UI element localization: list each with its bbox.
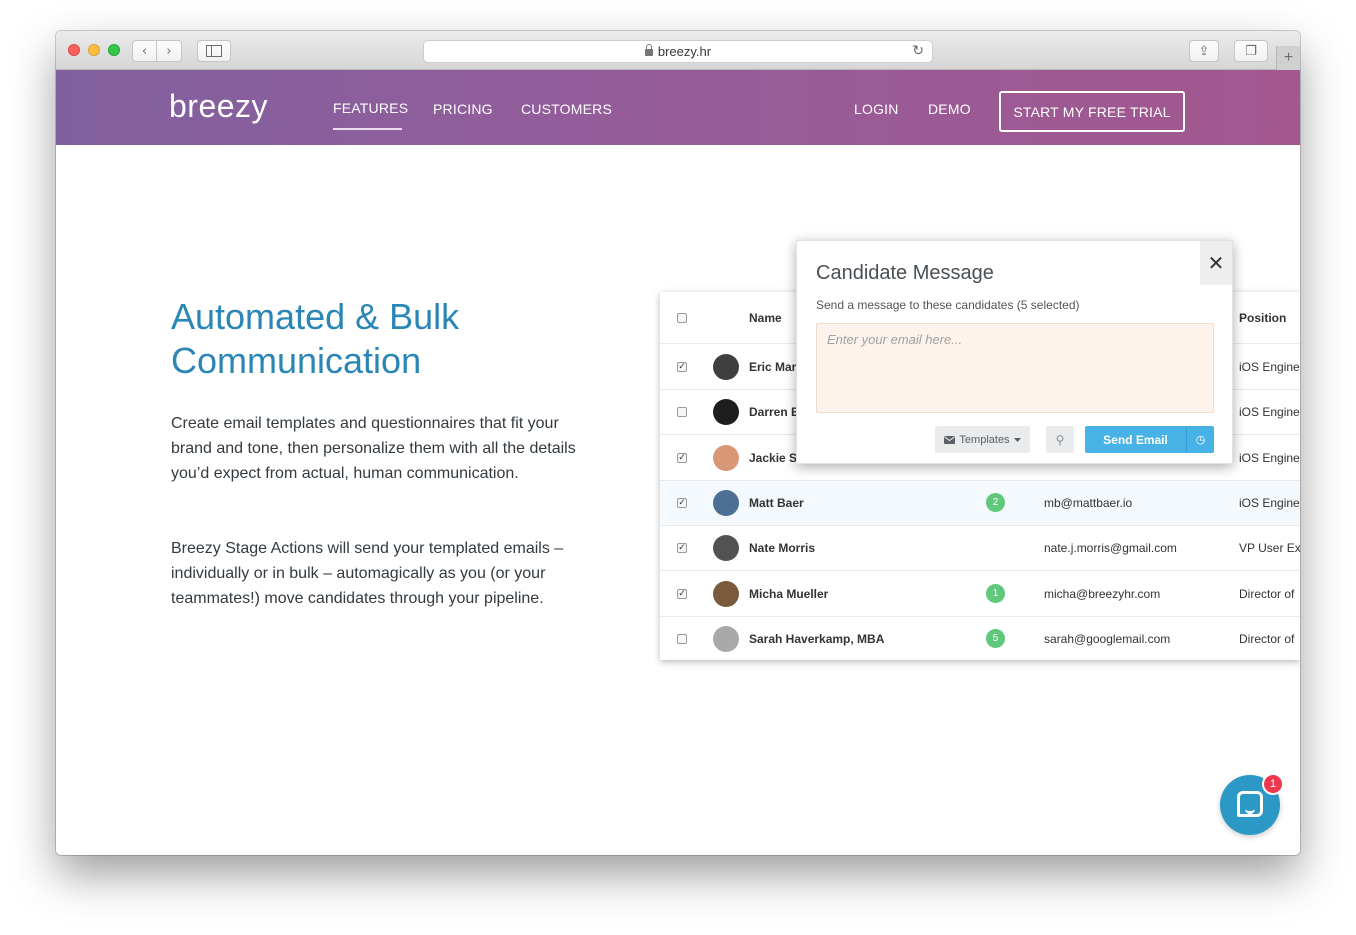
row-checkbox[interactable]: ✓ bbox=[677, 588, 687, 599]
templates-dropdown-button[interactable]: Templates bbox=[935, 426, 1030, 453]
position-column-header[interactable]: Position bbox=[1239, 311, 1286, 325]
site-navigation: breezy FEATURES PRICING CUSTOMERS LOGIN … bbox=[56, 70, 1300, 145]
row-checkbox[interactable] bbox=[677, 407, 687, 418]
candidate-name[interactable]: Nate Morris bbox=[749, 541, 815, 555]
candidate-email: nate.j.morris@gmail.com bbox=[1044, 541, 1177, 556]
description-paragraph-2: Breezy Stage Actions will send your temp… bbox=[171, 540, 564, 607]
avatar bbox=[713, 580, 739, 607]
new-tab-button[interactable]: + bbox=[1276, 46, 1300, 70]
chat-unread-badge: 1 bbox=[1262, 773, 1284, 795]
send-email-button[interactable]: Send Email bbox=[1085, 426, 1186, 453]
table-row[interactable]: Sarah Haverkamp, MBA 5 sarah@googlemail.co… bbox=[660, 616, 1300, 660]
attach-file-button[interactable]: ⚲ bbox=[1046, 426, 1074, 453]
nav-customers-link[interactable]: CUSTOMERS bbox=[521, 101, 612, 117]
lock-icon bbox=[644, 43, 653, 58]
breezy-logo[interactable]: breezy bbox=[169, 88, 268, 125]
share-icon: ⇪ bbox=[1198, 43, 1210, 59]
nav-demo-link[interactable]: DEMO bbox=[928, 101, 971, 117]
chat-launcher-button[interactable]: 1 bbox=[1220, 773, 1284, 835]
row-checkbox[interactable]: ✓ bbox=[677, 362, 687, 372]
candidate-position: VP User Ex bbox=[1239, 541, 1300, 556]
envelope-icon bbox=[944, 435, 956, 444]
browser-window: ‹ › breezy.hr ↻ ⇪ ❐ + breezy FEATURES PR… bbox=[56, 31, 1300, 855]
headline-line-1: Automated & Bulk bbox=[171, 296, 460, 337]
url-text: breezy.hr bbox=[657, 44, 712, 59]
table-row[interactable]: ✓ Nate Morris nate.j.morris@gmail.com VP Us… bbox=[660, 526, 1300, 572]
candidate-position: iOS Engine bbox=[1239, 495, 1300, 510]
section-headline: Automated & Bulk Communication bbox=[171, 295, 591, 383]
chevron-left-icon: ‹ bbox=[141, 43, 148, 59]
nav-login-link[interactable]: LOGIN bbox=[854, 101, 899, 117]
paperclip-icon: ⚲ bbox=[1055, 432, 1065, 447]
clock-icon: ◷ bbox=[1195, 433, 1206, 446]
address-bar[interactable]: breezy.hr ↻ bbox=[423, 40, 933, 63]
email-body-input[interactable] bbox=[816, 323, 1214, 413]
table-row[interactable]: ✓ Matt Baer 2 mb@mattbaer.io iOS Engine bbox=[660, 480, 1300, 526]
active-nav-underline bbox=[333, 128, 402, 130]
avatar bbox=[713, 399, 739, 426]
candidate-name[interactable]: Jackie S bbox=[749, 451, 797, 465]
headline-line-2: Communication bbox=[171, 340, 422, 381]
candidate-position: iOS Engine bbox=[1239, 450, 1300, 465]
candidate-position: iOS Engine bbox=[1239, 360, 1300, 374]
sidebar-toggle-button[interactable] bbox=[197, 40, 231, 62]
sidebar-icon bbox=[206, 45, 222, 57]
modal-title: Candidate Message bbox=[816, 262, 994, 284]
row-checkbox[interactable] bbox=[677, 633, 687, 644]
candidate-position: Director of bbox=[1239, 631, 1295, 646]
candidate-position: Director of bbox=[1239, 586, 1295, 601]
schedule-send-button[interactable]: ◷ bbox=[1186, 426, 1214, 453]
select-all-checkbox[interactable] bbox=[677, 313, 687, 323]
row-checkbox[interactable]: ✓ bbox=[677, 543, 687, 554]
reload-icon[interactable]: ↻ bbox=[912, 43, 924, 59]
modal-subtitle: Send a message to these candidates (5 se… bbox=[816, 298, 1080, 312]
minimize-window-button[interactable] bbox=[88, 44, 100, 56]
count-badge: 1 bbox=[986, 583, 1005, 603]
avatar bbox=[713, 625, 739, 652]
candidate-email: sarah@googlemail.com bbox=[1044, 631, 1171, 646]
close-modal-button[interactable]: ✕ bbox=[1200, 241, 1232, 285]
back-button[interactable]: ‹ bbox=[132, 40, 157, 62]
name-column-header[interactable]: Name bbox=[749, 311, 782, 325]
zoom-window-button[interactable] bbox=[108, 44, 120, 56]
show-tabs-button[interactable]: ❐ bbox=[1234, 40, 1268, 62]
chevron-right-icon: › bbox=[166, 43, 172, 59]
candidate-message-modal: Candidate Message ✕ Send a message to th… bbox=[796, 240, 1233, 464]
candidate-email: mb@mattbaer.io bbox=[1044, 495, 1133, 510]
description-paragraph-1: Create email templates and questionnaire… bbox=[171, 415, 576, 482]
table-row[interactable]: ✓ Micha Mueller 1 micha@breezyhr.com Directo… bbox=[660, 571, 1300, 617]
tabs-icon: ❐ bbox=[1245, 43, 1257, 59]
row-checkbox[interactable]: ✓ bbox=[677, 452, 687, 463]
avatar bbox=[713, 535, 739, 562]
nav-pricing-link[interactable]: PRICING bbox=[433, 101, 493, 117]
page-content: Automated & Bulk Communication Create em… bbox=[56, 145, 1300, 855]
candidate-name[interactable]: Micha Mueller bbox=[749, 587, 828, 601]
nav-features-link[interactable]: FEATURES bbox=[333, 100, 408, 116]
close-icon: ✕ bbox=[1207, 251, 1225, 275]
candidate-position: iOS Engine bbox=[1239, 405, 1300, 420]
browser-titlebar: ‹ › breezy.hr ↻ ⇪ ❐ + bbox=[56, 31, 1300, 70]
count-badge: 5 bbox=[986, 628, 1005, 648]
candidate-name[interactable]: Darren E bbox=[749, 405, 799, 419]
templates-label: Templates bbox=[959, 433, 1010, 446]
chat-icon bbox=[1237, 791, 1263, 817]
count-badge: 2 bbox=[986, 492, 1005, 512]
close-window-button[interactable] bbox=[68, 44, 80, 56]
start-free-trial-button[interactable]: START MY FREE TRIAL bbox=[999, 91, 1185, 132]
forward-button[interactable]: › bbox=[157, 40, 182, 62]
candidate-email: micha@breezyhr.com bbox=[1044, 586, 1161, 601]
caret-down-icon bbox=[1013, 437, 1021, 442]
candidate-name[interactable]: Matt Baer bbox=[749, 496, 804, 510]
avatar bbox=[713, 444, 739, 471]
avatar bbox=[713, 354, 739, 380]
candidate-name[interactable]: Sarah Haverkamp, MBA bbox=[749, 632, 884, 646]
share-button[interactable]: ⇪ bbox=[1189, 40, 1219, 62]
plus-icon: + bbox=[1283, 49, 1294, 66]
avatar bbox=[713, 489, 739, 516]
candidate-name[interactable]: Eric Mar bbox=[749, 360, 796, 374]
row-checkbox[interactable]: ✓ bbox=[677, 497, 687, 508]
